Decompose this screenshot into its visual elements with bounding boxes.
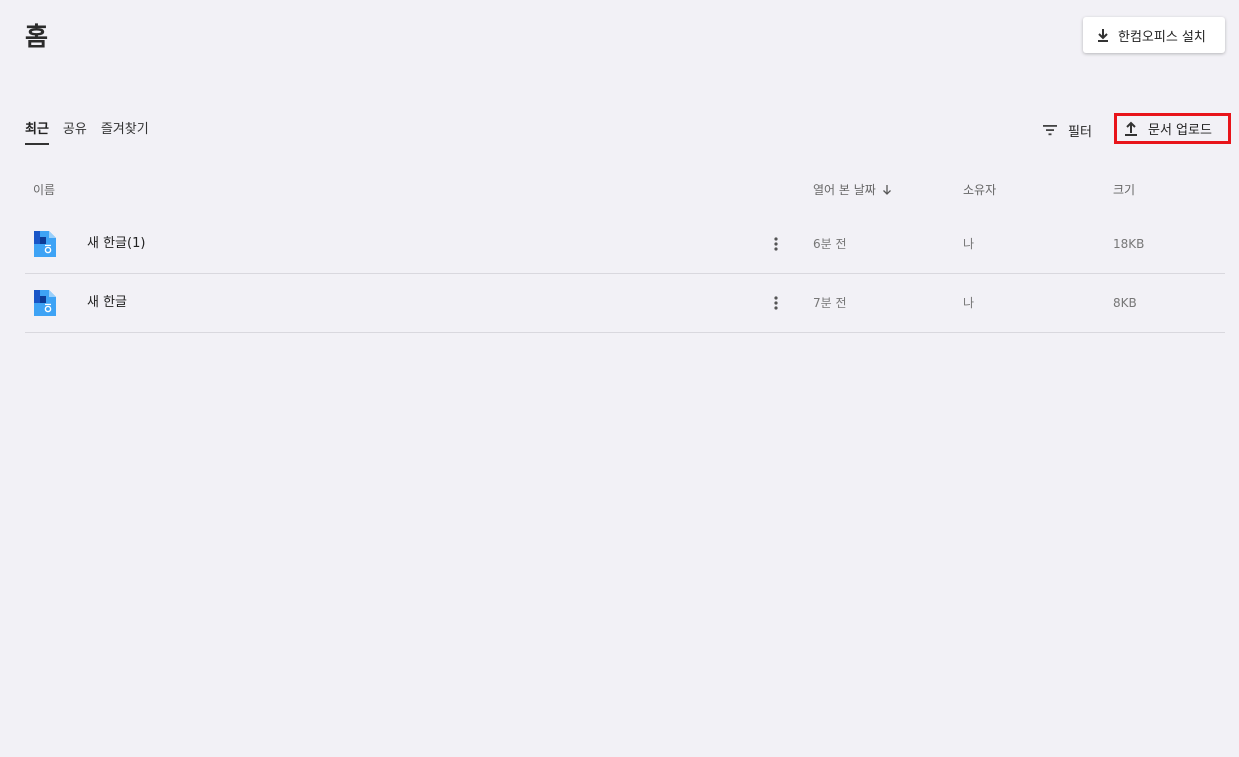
more-options-icon[interactable] [768, 293, 784, 313]
file-size: 18KB [1113, 237, 1145, 251]
file-row[interactable]: 새 한글 7분 전 나 8KB [25, 274, 1225, 333]
column-header-size[interactable]: 크기 [1113, 182, 1135, 198]
file-owner: 나 [963, 296, 975, 310]
upload-icon [1123, 121, 1139, 137]
file-name[interactable]: 새 한글 [87, 293, 127, 313]
file-name[interactable]: 새 한글(1) [87, 234, 145, 254]
file-opened-date: 6분 전 [813, 237, 847, 251]
upload-label: 문서 업로드 [1148, 123, 1212, 138]
tab-shared[interactable]: 공유 [63, 120, 87, 145]
column-header-name[interactable]: 이름 [33, 182, 55, 198]
filter-button[interactable]: 필터 [1041, 118, 1092, 142]
filter-label: 필터 [1068, 124, 1092, 140]
hwp-file-icon [34, 290, 56, 316]
file-owner: 나 [963, 237, 975, 251]
hwp-file-icon [34, 231, 56, 257]
tab-recent[interactable]: 최근 [25, 120, 49, 145]
tab-bar: 최근 공유 즐겨찾기 [25, 120, 163, 145]
sort-descending-icon [881, 184, 893, 196]
file-row[interactable]: 새 한글(1) 6분 전 나 18KB [25, 215, 1225, 274]
more-options-icon[interactable] [768, 234, 784, 254]
install-button-label: 한컴오피스 설치 [1118, 29, 1206, 45]
file-size: 8KB [1113, 296, 1137, 310]
page-title: 홈 [25, 22, 49, 51]
file-opened-date: 7분 전 [813, 296, 847, 310]
column-header-opened[interactable]: 열어 본 날짜 [813, 182, 893, 198]
column-header-owner[interactable]: 소유자 [963, 182, 996, 198]
home-page: 홈 한컴오피스 설치 최근 공유 즐겨찾기 필터 문서 업로드 이름 열어 본 … [0, 0, 1239, 757]
tab-favorites[interactable]: 즐겨찾기 [101, 120, 149, 145]
download-icon [1095, 27, 1111, 43]
filter-icon [1041, 121, 1059, 139]
upload-document-button[interactable]: 문서 업로드 [1114, 113, 1231, 144]
install-hancom-office-button[interactable]: 한컴오피스 설치 [1083, 17, 1225, 53]
